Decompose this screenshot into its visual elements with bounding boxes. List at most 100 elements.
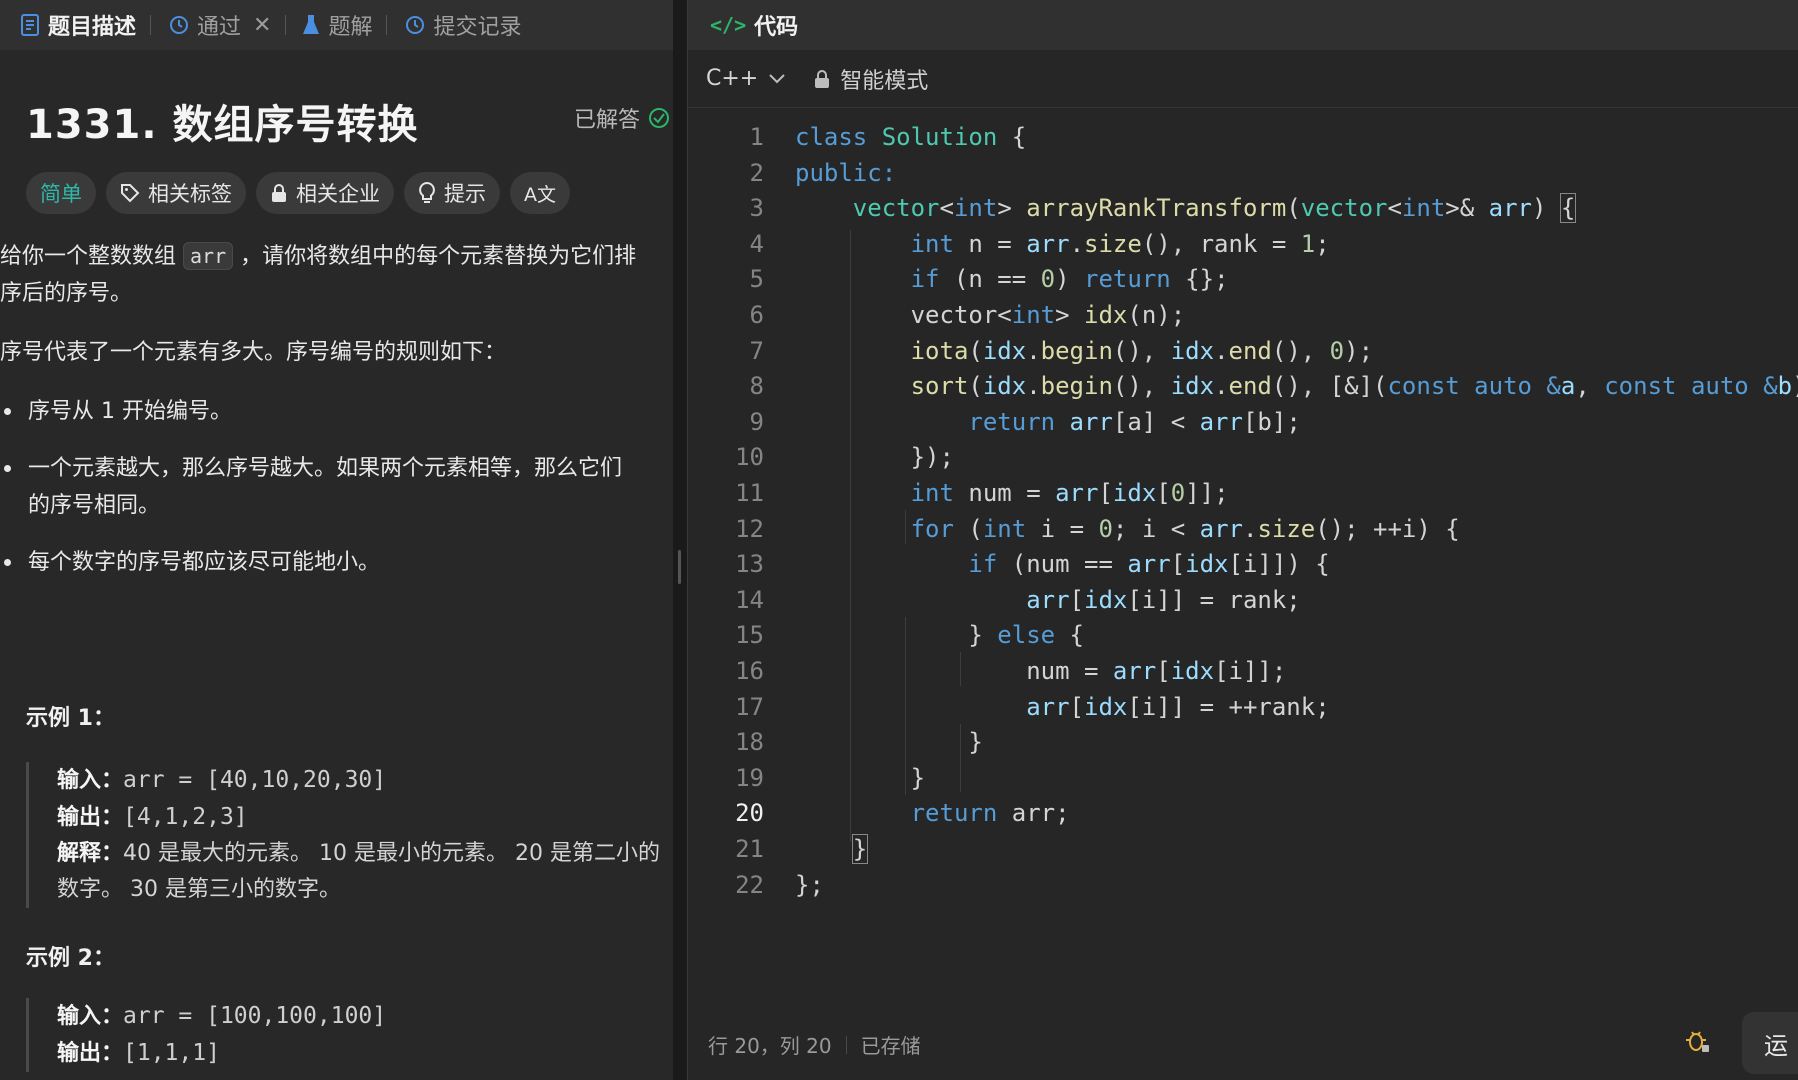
line-number: 16 bbox=[735, 657, 764, 685]
problem-description: 给你一个整数数组 arr ，请你将数组中的每个元素替换为它们排序后的序号。 序号… bbox=[0, 238, 640, 601]
solved-label: 已解答 bbox=[574, 108, 641, 133]
code-text: arr[idx[i]] = ++rank; bbox=[1026, 692, 1330, 721]
code-line: 14 arr[idx[i]] = rank; bbox=[688, 583, 1798, 619]
code-line: 5 if (n == 0) return {}; bbox=[688, 262, 1798, 298]
line-number: 7 bbox=[749, 336, 764, 365]
code-line: 3 vector<int> arrayRankTransform(vector<… bbox=[688, 191, 1798, 227]
close-icon[interactable]: ✕ bbox=[253, 13, 271, 38]
code-text: }; bbox=[795, 870, 824, 899]
line-number: 8 bbox=[749, 372, 764, 401]
line-number: 11 bbox=[735, 479, 764, 507]
input-label: 输入： bbox=[57, 1004, 124, 1029]
code-line-current: 20 return arr; bbox=[688, 796, 1798, 832]
code-text: return arr; bbox=[910, 799, 1070, 828]
inline-code: arr bbox=[183, 242, 234, 270]
tag-icon bbox=[121, 184, 140, 203]
output-label: 输出： bbox=[57, 805, 124, 830]
line-number: 14 bbox=[735, 585, 764, 614]
code-line: 11 int num = arr[idx[0]]; bbox=[688, 476, 1798, 512]
code-text: } bbox=[795, 763, 926, 792]
line-number: 6 bbox=[749, 301, 764, 329]
document-icon bbox=[21, 14, 39, 36]
code-text: num = arr[idx[i]]; bbox=[795, 657, 1287, 685]
code-line: 13 if (num == arr[idx[i]]) { bbox=[688, 547, 1798, 583]
line-number: 5 bbox=[749, 265, 764, 294]
code-text: vector<int> arrayRankTransform(vector<in… bbox=[852, 193, 1577, 224]
save-status: 已存储 bbox=[860, 1034, 921, 1058]
code-line: 22}; bbox=[688, 868, 1798, 904]
code-text: int n = arr.size(), rank = 1; bbox=[910, 229, 1330, 258]
tab-solutions[interactable]: 题解 bbox=[300, 0, 401, 50]
code-text: int num = arr[idx[0]]; bbox=[910, 479, 1229, 507]
code-text: } bbox=[795, 728, 983, 757]
line-number: 10 bbox=[735, 443, 764, 472]
tab-separator bbox=[150, 15, 152, 35]
line-number: 17 bbox=[735, 692, 764, 721]
smart-mode-toggle[interactable]: 智能模式 bbox=[814, 63, 928, 95]
input-value: arr = [100,100,100] bbox=[123, 1003, 387, 1029]
code-line: 15 } else { bbox=[688, 618, 1798, 654]
companies-tag-button[interactable]: 相关企业 bbox=[256, 172, 394, 214]
panel-resize-handle[interactable] bbox=[673, 0, 687, 1080]
cursor-position: 行 20，列 20 bbox=[708, 1034, 832, 1058]
code-line: 4 int n = arr.size(), rank = 1; bbox=[688, 227, 1798, 263]
code-text: for (int i = 0; i < arr.size(); ++i) { bbox=[910, 514, 1460, 543]
code-icon: </> bbox=[710, 13, 747, 37]
description-paragraph: 序号代表了一个元素有多大。序号编号的规则如下： bbox=[0, 340, 507, 365]
bug-icon bbox=[1686, 1031, 1709, 1052]
problem-title: 1331. 数组序号转换 bbox=[26, 102, 419, 148]
difficulty-label: 简单 bbox=[40, 182, 82, 206]
code-text: arr[idx[i]] = rank; bbox=[1026, 585, 1301, 614]
line-number: 21 bbox=[735, 835, 764, 863]
difficulty-badge[interactable]: 简单 bbox=[26, 172, 96, 214]
debug-icon[interactable] bbox=[1684, 1028, 1710, 1060]
line-number: 18 bbox=[735, 728, 764, 757]
code-editor[interactable]: 1 class Solution { 2 public: 3 vector<int>… bbox=[688, 120, 1798, 1000]
history-icon bbox=[170, 16, 189, 34]
smart-mode-label: 智能模式 bbox=[840, 68, 929, 94]
line-number: 15 bbox=[735, 621, 764, 650]
check-circle-icon bbox=[649, 108, 670, 128]
line-number: 2 bbox=[749, 158, 764, 187]
resize-grip[interactable] bbox=[678, 550, 681, 584]
code-text: sort(idx.begin(), idx.end(), [&](const a… bbox=[910, 372, 1798, 401]
code-text: }); bbox=[795, 443, 954, 472]
example-1-title: 示例 1： bbox=[26, 706, 115, 731]
code-text: } else { bbox=[795, 621, 1084, 650]
code-panel: </> 代码 C++ 智能模式 1 class Solution { 2 publi… bbox=[687, 0, 1798, 1080]
tab-accepted[interactable]: 通过 ✕ bbox=[165, 0, 300, 50]
list-item: 一个元素越大，那么序号越大。如果两个元素相等，那么它们的序号相同。 bbox=[0, 450, 640, 524]
translate-button[interactable]: A文 bbox=[510, 172, 570, 214]
tab-separator bbox=[285, 15, 287, 35]
explain-value: 40 是最大的元素。 10 是最小的元素。 20 是第二小的数字。 30 是第三… bbox=[57, 841, 660, 902]
code-line: 6 vector<int> idx(n); bbox=[688, 298, 1798, 334]
code-line: 9 return arr[a] < arr[b]; bbox=[688, 405, 1798, 441]
topics-tag-button[interactable]: 相关标签 bbox=[106, 172, 246, 214]
tab-description[interactable]: 题目描述 bbox=[18, 0, 165, 50]
hint-label: 提示 bbox=[444, 182, 486, 206]
hint-button[interactable]: 提示 bbox=[404, 172, 500, 214]
tab-separator bbox=[386, 15, 388, 35]
code-text: } bbox=[851, 834, 869, 864]
code-line: 7 iota(idx.begin(), idx.end(), 0); bbox=[688, 334, 1798, 370]
line-number: 9 bbox=[749, 407, 764, 436]
tab-submissions-label: 提交记录 bbox=[433, 15, 522, 40]
code-text: if (n == 0) return {}; bbox=[910, 265, 1229, 294]
run-button[interactable]: 运 bbox=[1742, 1012, 1798, 1074]
example-2-output: 输出：[1,1,1] bbox=[57, 1035, 673, 1072]
problem-tags: 简单 相关标签 相关企业 提示 A文 bbox=[26, 172, 570, 214]
description-text: 给你一个整数数组 bbox=[0, 244, 183, 269]
line-number: 1 bbox=[749, 123, 764, 151]
tab-submissions[interactable]: 提交记录 bbox=[401, 0, 535, 50]
line-number: 22 bbox=[735, 870, 764, 899]
problem-tabs: 题目描述 通过 ✕ 题解 提交记录 bbox=[0, 0, 673, 50]
code-text: if (num == arr[idx[i]]) { bbox=[968, 550, 1330, 579]
run-label: 运 bbox=[1764, 1031, 1788, 1060]
code-line: 21 } bbox=[688, 832, 1798, 868]
language-select[interactable]: C++ bbox=[706, 66, 786, 91]
example-1-output: 输出：[4,1,2,3] bbox=[57, 799, 673, 836]
code-text: return arr[a] < arr[b]; bbox=[968, 407, 1301, 436]
list-item: 每个数字的序号都应该尽可能地小。 bbox=[0, 544, 640, 581]
history-icon bbox=[406, 16, 425, 34]
tab-description-label: 题目描述 bbox=[48, 15, 137, 40]
